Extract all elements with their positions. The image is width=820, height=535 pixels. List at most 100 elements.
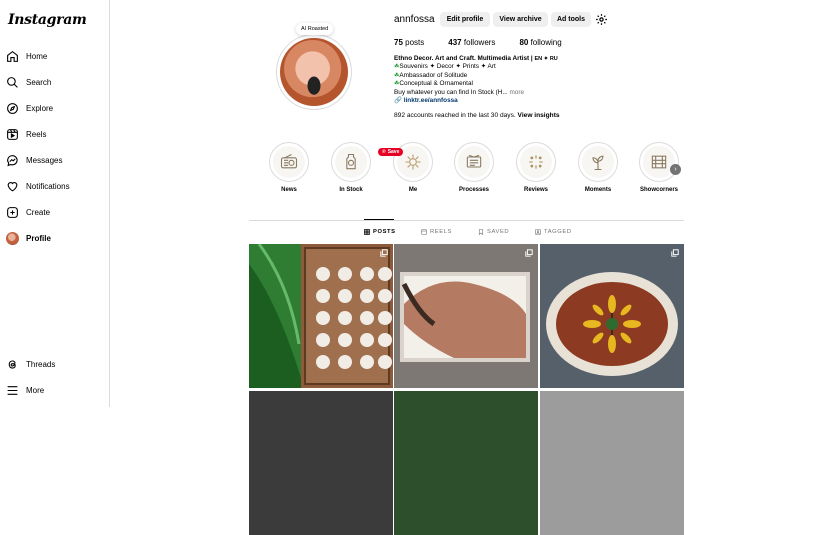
following-label: following <box>530 38 562 47</box>
reels-icon <box>421 229 427 235</box>
link-icon: 🔗 <box>394 97 402 105</box>
tab-reels[interactable]: REELS <box>421 229 452 235</box>
post-thumbnail[interactable] <box>249 244 393 388</box>
sidebar-item-label: Profile <box>26 233 51 243</box>
sidebar: Instagram Home Search Explore Reels Mess… <box>0 0 110 407</box>
profile-stats: 75 posts 437 followers 80 following <box>394 38 562 47</box>
highlight-in-stock[interactable]: In Stock <box>330 142 372 193</box>
bio-link[interactable]: linktr.ee/annfossa <box>404 97 458 104</box>
post-thumbnail[interactable] <box>249 391 393 535</box>
tab-label: POSTS <box>373 229 396 235</box>
sparkle-icon <box>529 155 543 169</box>
post-thumbnail[interactable] <box>540 244 684 388</box>
post-thumbnail[interactable] <box>394 391 538 535</box>
sidebar-item-explore[interactable]: Explore <box>6 97 53 119</box>
insights-text: 892 accounts reached in the last 30 days… <box>394 112 516 119</box>
note-bubble[interactable]: AI Roasted <box>296 23 334 35</box>
instagram-logo[interactable]: Instagram <box>8 12 87 28</box>
messenger-icon <box>7 154 18 166</box>
pinterest-save-button[interactable]: ℗ Save <box>378 148 404 156</box>
radio-icon <box>280 154 298 169</box>
notebook-icon <box>466 154 482 168</box>
edit-profile-button[interactable]: Edit profile <box>440 12 490 27</box>
grid-icon <box>364 229 370 235</box>
highlight-reviews[interactable]: Reviews <box>515 142 557 193</box>
sidebar-item-messages[interactable]: Messages <box>6 149 62 171</box>
bio-line: Conceptual & Ornamental <box>399 80 473 88</box>
tab-tagged[interactable]: TAGGED <box>535 229 572 235</box>
multiple-photos-icon <box>671 249 679 257</box>
sidebar-item-reels[interactable]: Reels <box>6 123 46 145</box>
following-count[interactable]: 80 following <box>519 38 561 47</box>
avatar <box>6 231 19 245</box>
highlight-cover <box>454 142 494 182</box>
bio-more-link[interactable]: more <box>509 89 524 96</box>
highlight-cover <box>516 142 556 182</box>
highlight-label: News <box>281 187 297 193</box>
active-tab-indicator <box>364 219 394 220</box>
tag-icon <box>535 229 541 235</box>
sidebar-item-label: Create <box>26 207 51 217</box>
sidebar-item-label: More <box>26 385 45 395</box>
view-insights-link[interactable]: View insights <box>518 112 560 119</box>
following-number: 80 <box>519 38 529 47</box>
highlight-cover <box>331 142 371 182</box>
highlight-label: Me <box>408 187 418 193</box>
sidebar-item-label: Reels <box>26 129 47 139</box>
posts-number: 75 <box>394 38 403 47</box>
settings-icon[interactable] <box>595 13 608 26</box>
bio-languages: EN ✦ RU <box>534 56 558 62</box>
bio-name: Ethno Decor. Art and Craft. Multimedia A… <box>394 55 533 62</box>
highlight-label: Processes <box>458 187 490 193</box>
multiple-photos-icon <box>525 249 533 257</box>
profile-avatar[interactable] <box>276 34 352 110</box>
jar-icon <box>346 153 356 170</box>
sidebar-item-search[interactable]: Search <box>6 71 51 93</box>
username: annfossa <box>394 14 435 25</box>
highlight-label: Reviews <box>523 187 548 193</box>
highlights-next-button[interactable]: › <box>670 164 681 175</box>
ad-tools-button[interactable]: Ad tools <box>551 12 591 27</box>
cabinet-icon <box>651 155 667 169</box>
sidebar-item-label: Home <box>26 51 48 61</box>
sidebar-item-label: Search <box>26 77 52 87</box>
post-thumbnail[interactable] <box>540 391 684 535</box>
tabs-divider <box>249 220 684 221</box>
post-image <box>249 244 393 388</box>
pinterest-icon: ℗ <box>382 149 386 155</box>
highlight-processes[interactable]: Processes <box>453 142 495 193</box>
sun-ornament-icon <box>405 154 421 170</box>
highlight-cover <box>639 142 679 182</box>
highlight-moments[interactable]: Moments <box>577 142 619 193</box>
sidebar-item-label: Threads <box>26 359 56 369</box>
highlight-label: In Stock <box>339 187 363 193</box>
plus-square-icon <box>7 206 18 218</box>
sidebar-item-more[interactable]: More <box>6 379 44 401</box>
highlight-news[interactable]: News <box>268 142 310 193</box>
tab-label: REELS <box>430 229 453 235</box>
sidebar-item-label: Explore <box>26 103 54 113</box>
sidebar-item-profile[interactable]: Profile <box>6 227 51 249</box>
highlight-label: Showcorners <box>639 187 678 193</box>
sidebar-item-create[interactable]: Create <box>6 201 50 223</box>
sidebar-item-notifications[interactable]: Notifications <box>6 175 70 197</box>
highlight-cover <box>269 142 309 182</box>
threads-icon <box>8 359 16 369</box>
menu-icon <box>7 385 18 395</box>
post-image <box>394 244 538 388</box>
tab-saved[interactable]: SAVED <box>478 229 509 235</box>
bio-line: Souvenirs ✦ Decor ✦ Prints ✦ Art <box>399 63 496 71</box>
highlight-label: Moments <box>584 187 612 193</box>
bio-line: Buy whatever you can find In Stock (H... <box>394 88 508 96</box>
sidebar-item-home[interactable]: Home <box>6 45 47 67</box>
post-thumbnail[interactable] <box>394 244 538 388</box>
sidebar-item-threads[interactable]: Threads <box>6 353 55 375</box>
view-archive-button[interactable]: View archive <box>493 12 548 27</box>
home-icon <box>7 50 18 62</box>
reels-icon <box>7 128 18 140</box>
tab-label: SAVED <box>487 229 510 235</box>
bio-line: Ambassador of Solitude <box>399 71 468 79</box>
tab-posts[interactable]: POSTS <box>364 229 396 235</box>
insights-row: 892 accounts reached in the last 30 days… <box>394 112 560 119</box>
followers-count[interactable]: 437 followers <box>448 38 495 47</box>
